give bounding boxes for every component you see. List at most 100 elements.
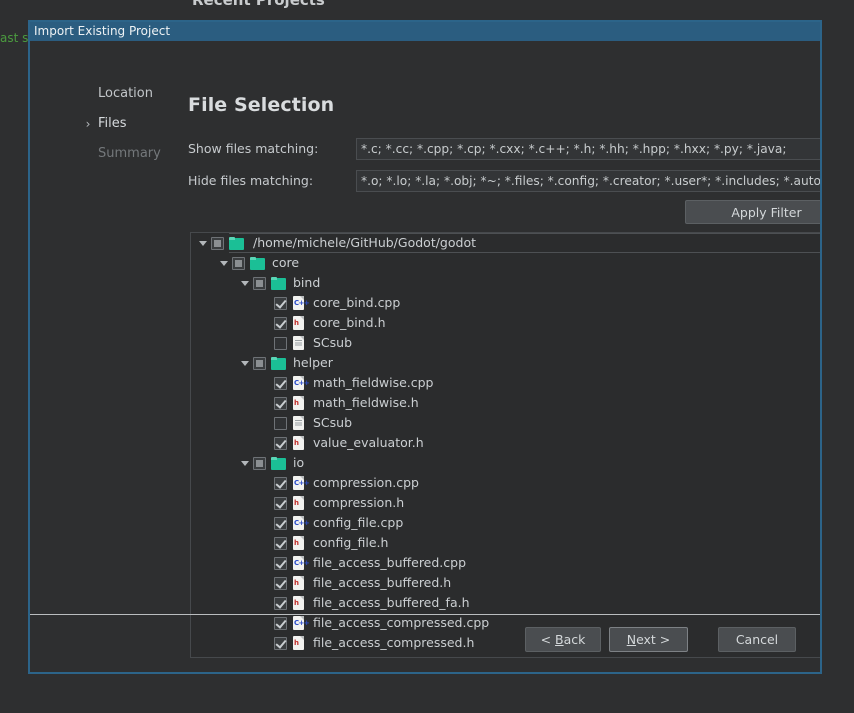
tree-twisty-placeholder [258,593,274,613]
chevron-right-icon [82,139,94,169]
tree-indent [191,373,258,393]
recent-projects-heading: Recent Projects [192,0,325,9]
tree-label-box: hvalue_evaluator.h [292,433,424,453]
tree-checkbox[interactable] [274,437,287,450]
file-tree-rows: /home/michele/GitHub/Godot/godotcorebind… [191,233,820,653]
tree-file-row[interactable]: C++ file_access_buffered.cpp [191,553,820,573]
tree-file-row[interactable]: SCsub [191,333,820,353]
tree-folder-row[interactable]: io [191,453,820,473]
tree-file-row[interactable]: hmath_fieldwise.h [191,393,820,413]
tree-item-label: file_access_buffered_fa.h [313,593,470,613]
tree-folder-row[interactable]: core [191,253,820,273]
dialog-button-bar: < Back Next > Cancel [30,615,820,672]
next-button[interactable]: Next > [609,627,688,652]
tree-item-label: SCsub [313,413,352,433]
tree-label-box: /home/michele/GitHub/Godot/godot [229,233,820,253]
tree-item-label: bind [293,273,320,293]
tree-folder-row[interactable]: bind [191,273,820,293]
button-mnemonic: N [627,632,636,647]
file-type-badge: h [294,599,304,608]
tree-file-row[interactable]: SCsub [191,413,820,433]
chevron-down-icon[interactable] [237,453,253,473]
file-tree: /home/michele/GitHub/Godot/godotcorebind… [190,232,820,658]
tree-twisty-placeholder [258,493,274,513]
file-type-badge: h [294,539,304,548]
tree-item-label: file_access_buffered.cpp [313,553,466,573]
tree-checkbox[interactable] [274,317,287,330]
wizard-step-summary: Summary [70,139,174,169]
tree-file-row[interactable]: C++compression.cpp [191,473,820,493]
apply-filter-button[interactable]: Apply Filter [685,200,820,224]
file-tree-viewport[interactable]: /home/michele/GitHub/Godot/godotcorebind… [191,233,820,657]
tree-file-row[interactable]: h file_access_buffered_fa.h [191,593,820,613]
tree-indent [191,273,237,293]
tree-file-row[interactable]: hvalue_evaluator.h [191,433,820,453]
tree-file-row[interactable]: C++config_file.cpp [191,513,820,533]
file-type-badge: C++ [294,559,304,568]
tree-indent [191,293,258,313]
chevron-down-icon[interactable] [216,253,232,273]
tree-checkbox[interactable] [274,377,287,390]
tree-checkbox[interactable] [274,297,287,310]
tree-checkbox[interactable] [274,477,287,490]
dialog-titlebar[interactable]: Import Existing Project [30,22,820,41]
tree-label-box: C++config_file.cpp [292,513,403,533]
tree-checkbox[interactable] [274,557,287,570]
tree-checkbox[interactable] [274,517,287,530]
tree-checkbox[interactable] [274,497,287,510]
tree-checkbox[interactable] [274,597,287,610]
cancel-button[interactable]: Cancel [718,627,796,652]
folder-icon [271,357,286,370]
file-type-badge: h [294,439,304,448]
cpp-file-icon: C++ [292,376,306,391]
wizard-step-location[interactable]: Location [70,79,174,109]
file-type-badge: C++ [294,379,304,388]
tree-label-box: hfile_access_buffered.h [292,573,451,593]
tree-indent [191,553,258,573]
tree-checkbox[interactable] [253,357,266,370]
tree-indent [191,533,258,553]
tree-checkbox[interactable] [253,277,266,290]
tree-item-label: core [272,253,299,273]
header-file-icon: h [292,396,306,411]
tree-label-box: hcompression.h [292,493,404,513]
tree-file-row[interactable]: C++ math_fieldwise.cpp [191,373,820,393]
tree-folder-row[interactable]: helper [191,353,820,373]
hide-files-input[interactable] [356,170,820,192]
tree-checkbox[interactable] [274,337,287,350]
back-button[interactable]: < Back [525,627,601,652]
tree-twisty-placeholder [258,573,274,593]
tree-item-label: math_fieldwise.cpp [313,373,434,393]
tree-checkbox[interactable] [232,257,245,270]
tree-item-label: helper [293,353,333,373]
tree-checkbox[interactable] [253,457,266,470]
tree-file-row[interactable]: C++core_bind.cpp [191,293,820,313]
cpp-file-icon: C++ [292,476,306,491]
tree-item-label: io [293,453,304,473]
tree-file-row[interactable]: hcompression.h [191,493,820,513]
tree-folder-row[interactable]: /home/michele/GitHub/Godot/godot [191,233,820,253]
tree-file-row[interactable]: hcore_bind.h [191,313,820,333]
tree-twisty-placeholder [258,533,274,553]
header-file-icon: h [292,576,306,591]
tree-file-row[interactable]: hconfig_file.h [191,533,820,553]
cpp-file-icon: C++ [292,516,306,531]
tree-label-box: C++core_bind.cpp [292,293,400,313]
tree-file-row[interactable]: hfile_access_buffered.h [191,573,820,593]
wizard-step-files[interactable]: ›Files [70,109,174,139]
tree-checkbox[interactable] [274,397,287,410]
chevron-down-icon[interactable] [237,273,253,293]
chevron-down-icon[interactable] [195,233,211,253]
tree-checkbox[interactable] [211,237,224,250]
tree-twisty-placeholder [258,333,274,353]
tree-checkbox[interactable] [274,417,287,430]
chevron-down-icon[interactable] [237,353,253,373]
tree-item-label: SCsub [313,333,352,353]
tree-label-box: C++ math_fieldwise.cpp [292,373,434,393]
tree-checkbox[interactable] [274,577,287,590]
background-left-text: ast s [0,31,28,45]
tree-indent [191,573,258,593]
show-files-input[interactable] [356,138,820,160]
tree-checkbox[interactable] [274,537,287,550]
file-type-badge: C++ [294,519,304,528]
